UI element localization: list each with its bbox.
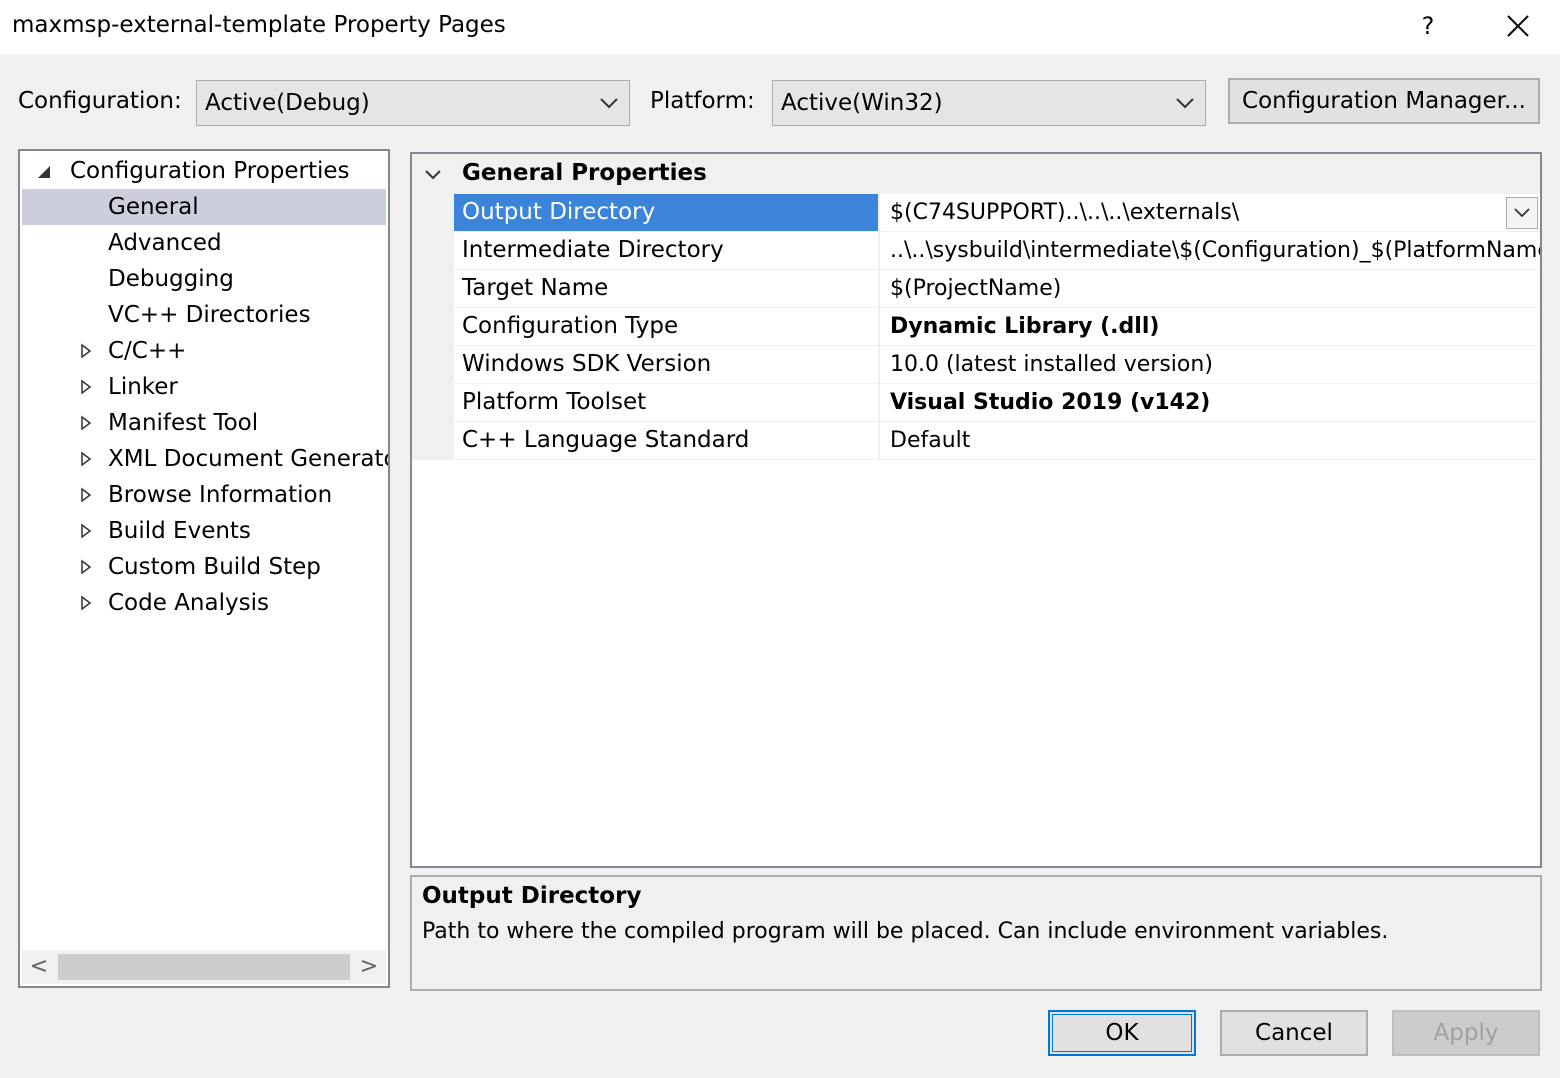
description-title: Output Directory [422, 883, 642, 909]
tree-item-label: Debugging [108, 266, 234, 292]
property-name[interactable]: Intermediate Directory [454, 232, 880, 269]
help-button[interactable]: ? [1414, 6, 1442, 46]
property-name[interactable]: Configuration Type [454, 308, 880, 345]
expand-triangle-icon[interactable] [80, 595, 92, 611]
tree-item-label: XML Document Generator [108, 446, 390, 472]
tree-item-general[interactable]: General [22, 189, 386, 225]
scroll-right-arrow[interactable]: > [352, 950, 386, 984]
window-title: maxmsp-external-template Property Pages [12, 12, 506, 38]
grid-gutter [412, 154, 454, 460]
collapse-triangle-icon [38, 166, 50, 178]
property-name[interactable]: Target Name [454, 270, 880, 307]
property-grid[interactable]: General Properties Output Directory $(C7… [410, 152, 1542, 868]
configuration-dropdown[interactable]: Active(Debug) [196, 80, 630, 126]
platform-value: Active(Win32) [781, 90, 943, 116]
property-value[interactable]: 10.0 (latest installed version) [882, 346, 1540, 383]
platform-dropdown[interactable]: Active(Win32) [772, 80, 1206, 126]
expand-triangle-icon[interactable] [80, 343, 92, 359]
title-bar: maxmsp-external-template Property Pages … [0, 0, 1560, 54]
expand-triangle-icon[interactable] [80, 523, 92, 539]
tree-item-label: Manifest Tool [108, 410, 259, 436]
close-icon [1507, 15, 1529, 37]
configuration-label: Configuration: [18, 88, 182, 114]
tree-item-label: Code Analysis [108, 590, 269, 616]
platform-label: Platform: [650, 88, 755, 114]
tree-item-vc-directories[interactable]: VC++ Directories [22, 297, 386, 333]
property-row-platform-toolset[interactable]: Platform Toolset Visual Studio 2019 (v14… [454, 384, 1540, 422]
property-row-target-name[interactable]: Target Name $(ProjectName) [454, 270, 1540, 308]
tree-item-xml-document-generator[interactable]: XML Document Generator [22, 441, 388, 477]
apply-button[interactable]: Apply [1392, 1010, 1540, 1056]
expand-triangle-icon[interactable] [80, 451, 92, 467]
property-value[interactable]: Dynamic Library (.dll) [882, 308, 1540, 345]
cancel-button[interactable]: Cancel [1220, 1010, 1368, 1056]
property-tree[interactable]: Configuration Properties General Advance… [18, 149, 390, 988]
expand-triangle-icon[interactable] [80, 487, 92, 503]
chevron-down-icon [600, 98, 618, 109]
chevron-down-icon [1176, 98, 1194, 109]
tree-item-label: Linker [108, 374, 178, 400]
tree-item-advanced[interactable]: Advanced [22, 225, 386, 261]
property-row-intermediate-directory[interactable]: Intermediate Directory ..\..\sysbuild\in… [454, 232, 1540, 270]
expand-triangle-icon[interactable] [80, 559, 92, 575]
tree-item-build-events[interactable]: Build Events [22, 513, 386, 549]
property-value[interactable]: $(ProjectName) [882, 270, 1540, 307]
scroll-left-arrow[interactable]: < [22, 950, 56, 984]
category-header[interactable]: General Properties [412, 154, 1540, 194]
category-label: General Properties [462, 160, 707, 186]
ok-label: OK [1105, 1020, 1139, 1046]
scrollbar-thumb[interactable] [58, 954, 350, 980]
property-row-windows-sdk-version[interactable]: Windows SDK Version 10.0 (latest install… [454, 346, 1540, 384]
chevron-down-icon[interactable] [422, 164, 444, 186]
tree-item-label: Custom Build Step [108, 554, 321, 580]
property-row-configuration-type[interactable]: Configuration Type Dynamic Library (.dll… [454, 308, 1540, 346]
configuration-manager-button[interactable]: Configuration Manager... [1228, 78, 1540, 124]
description-text: Path to where the compiled program will … [422, 919, 1389, 944]
expand-triangle-icon[interactable] [80, 415, 92, 431]
property-row-cpp-language-standard[interactable]: C++ Language Standard Default [454, 422, 1540, 460]
tree-item-configuration-properties[interactable]: Configuration Properties [20, 153, 388, 189]
ok-button[interactable]: OK [1048, 1010, 1196, 1056]
tree-item-label: Configuration Properties [70, 158, 350, 184]
tree-item-browse-information[interactable]: Browse Information [22, 477, 386, 513]
tree-item-linker[interactable]: Linker [22, 369, 386, 405]
tree-item-debugging[interactable]: Debugging [22, 261, 386, 297]
property-name[interactable]: Output Directory [454, 194, 880, 231]
property-value[interactable]: Visual Studio 2019 (v142) [882, 384, 1540, 421]
property-name[interactable]: C++ Language Standard [454, 422, 880, 459]
value-dropdown-button[interactable] [1506, 197, 1538, 229]
property-value[interactable]: ..\..\sysbuild\intermediate\$(Configurat… [882, 232, 1540, 269]
configuration-value: Active(Debug) [205, 90, 370, 116]
tree-item-label: C/C++ [108, 338, 187, 364]
property-value[interactable]: Default [882, 422, 1540, 459]
chevron-down-icon [1514, 208, 1530, 218]
property-value[interactable]: $(C74SUPPORT)..\..\..\externals\ [882, 194, 1540, 231]
tree-horizontal-scrollbar[interactable]: < > [22, 950, 386, 984]
tree-item-label: Advanced [108, 230, 222, 256]
tree-item-manifest-tool[interactable]: Manifest Tool [22, 405, 386, 441]
property-row-output-directory[interactable]: Output Directory $(C74SUPPORT)..\..\..\e… [454, 194, 1540, 232]
expand-triangle-icon[interactable] [80, 379, 92, 395]
tree-item-label: Build Events [108, 518, 251, 544]
property-value-text: $(C74SUPPORT)..\..\..\externals\ [890, 200, 1240, 225]
tree-item-label: Browse Information [108, 482, 333, 508]
tree-item-label: General [108, 194, 199, 220]
tree-item-c-cpp[interactable]: C/C++ [22, 333, 386, 369]
description-panel: Output Directory Path to where the compi… [410, 875, 1542, 991]
property-name[interactable]: Platform Toolset [454, 384, 880, 421]
property-name[interactable]: Windows SDK Version [454, 346, 880, 383]
tree-item-label: VC++ Directories [108, 302, 311, 328]
tree-item-code-analysis[interactable]: Code Analysis [22, 585, 386, 621]
tree-item-custom-build-step[interactable]: Custom Build Step [22, 549, 386, 585]
close-button[interactable] [1496, 6, 1540, 46]
